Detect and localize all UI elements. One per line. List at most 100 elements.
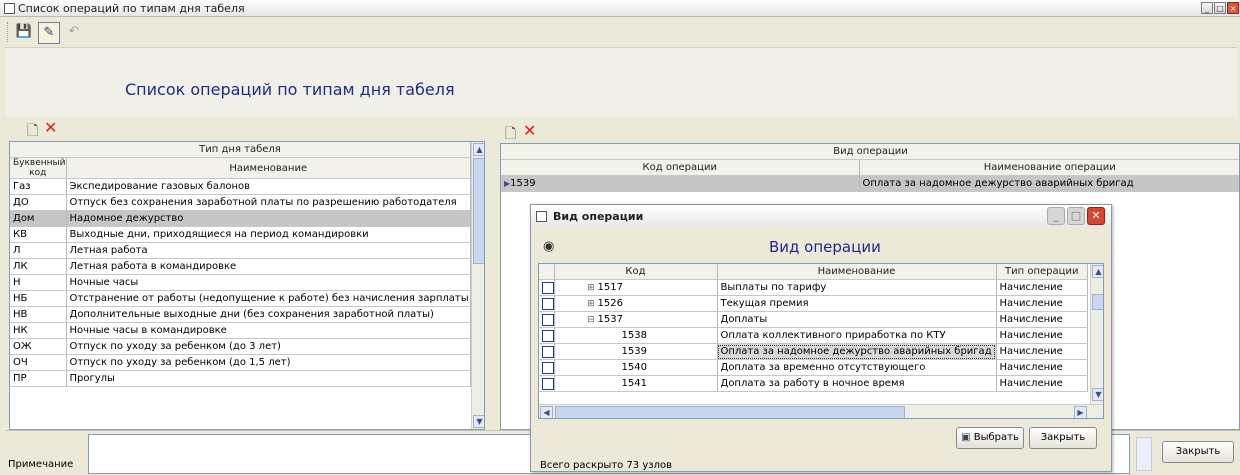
table-row[interactable]: ОЧ Отпуск по уходу за ребенком (до 1,5 ле… bbox=[10, 354, 471, 371]
operation-tree-grid: Код Наименование Тип операции ⊞ 1517 Выпл… bbox=[538, 263, 1104, 419]
row-checkbox[interactable] bbox=[542, 297, 553, 310]
row-code: Н bbox=[10, 274, 67, 291]
tree-name: Доплаты bbox=[717, 311, 997, 328]
row-code: ПР bbox=[10, 370, 67, 387]
row-checkbox[interactable] bbox=[542, 313, 553, 326]
table-row[interactable]: ПР Прогулы bbox=[10, 370, 471, 387]
row-name: Ночные часы bbox=[66, 274, 471, 291]
dialog-close-text-button[interactable]: Закрыть bbox=[1029, 427, 1097, 449]
dialog-minimize-button[interactable]: _ bbox=[1047, 207, 1065, 225]
col-header-name[interactable]: Наименование bbox=[66, 157, 471, 179]
table-row[interactable]: КВ Выходные дни, приходящиеся на период к… bbox=[10, 226, 471, 243]
delete-operation-icon[interactable]: ✕ bbox=[523, 121, 536, 140]
select-label: Выбрать bbox=[973, 432, 1019, 443]
row-code: ОЧ bbox=[10, 354, 67, 371]
table-row[interactable]: НБ Отстранение от работы (недопущение к р… bbox=[10, 290, 471, 307]
tree-code: 1526 bbox=[597, 298, 623, 309]
table-row[interactable]: Дом Надомное дежурство bbox=[10, 210, 471, 227]
row-name: Прогулы bbox=[66, 370, 471, 387]
tree-scroll-left-icon[interactable]: ◀ bbox=[540, 406, 553, 418]
tree-type: Начисление bbox=[996, 295, 1088, 312]
tree-code: 1537 bbox=[597, 314, 623, 325]
table-row[interactable]: ▶1539 Оплата за надомное дежурство авари… bbox=[501, 175, 1239, 192]
note-scrollbar[interactable] bbox=[1136, 437, 1152, 471]
tree-row[interactable]: 1541 Доплата за работу в ночное время Начи… bbox=[539, 375, 1088, 392]
delete-record-icon[interactable]: ✕ bbox=[44, 118, 57, 137]
tree-expander-icon[interactable]: ⊞ bbox=[558, 283, 598, 293]
row-name: Отстранение от работы (недопущение к раб… bbox=[66, 290, 471, 307]
tree-row[interactable]: 1538 Оплата коллективного приработка по К… bbox=[539, 327, 1088, 344]
row-checkbox[interactable] bbox=[542, 345, 553, 358]
table-row[interactable]: Н Ночные часы bbox=[10, 274, 471, 291]
tree-col-name[interactable]: Наименование bbox=[717, 264, 997, 280]
tree-col-code[interactable]: Код bbox=[554, 264, 718, 280]
tree-name: Доплата за работу в ночное время bbox=[717, 375, 997, 392]
table-row[interactable]: Газ Экспедирование газовых балонов bbox=[10, 178, 471, 195]
row-name: Отпуск без сохранения заработной платы п… bbox=[66, 194, 471, 211]
window-title: Список операций по типам дня табеля bbox=[18, 2, 245, 15]
binoculars-icon[interactable]: ◉ bbox=[543, 239, 554, 254]
tree-expander-icon[interactable] bbox=[558, 331, 622, 341]
save-icon[interactable]: 💾 bbox=[13, 22, 35, 44]
dialog-heading: Вид операции bbox=[769, 238, 881, 256]
edit-icon[interactable]: ✎ bbox=[38, 22, 60, 44]
op-col-code[interactable]: Код операции bbox=[501, 159, 860, 176]
window-titlebar: Список операций по типам дня табеля _ □ … bbox=[0, 0, 1240, 17]
row-code: ЛК bbox=[10, 258, 67, 275]
tree-hscrollbar[interactable]: ◀ ▶ bbox=[539, 404, 1103, 418]
row-name: Выходные дни, приходящиеся на период ком… bbox=[66, 226, 471, 243]
scroll-down-icon[interactable]: ▼ bbox=[473, 415, 484, 428]
row-checkbox[interactable] bbox=[542, 281, 553, 294]
row-code: НБ bbox=[10, 290, 67, 307]
table-row[interactable]: ДО Отпуск без сохранения заработной платы… bbox=[10, 194, 471, 211]
row-checkbox[interactable] bbox=[542, 329, 553, 342]
type-day-grid: Тип дня табеля Буквенный код Наименовани… bbox=[9, 141, 485, 430]
left-scrollbar[interactable]: ▲ ▼ bbox=[471, 142, 484, 429]
tree-row[interactable]: 1540 Доплата за временно отсутствующего На… bbox=[539, 359, 1088, 376]
tree-row[interactable]: ⊞ 1517 Выплаты по тарифу Начисление bbox=[539, 279, 1088, 296]
table-row[interactable]: НВ Дополнительные выходные дни (без сохра… bbox=[10, 306, 471, 323]
tree-scroll-right-icon[interactable]: ▶ bbox=[1074, 406, 1087, 418]
scroll-up-icon[interactable]: ▲ bbox=[473, 143, 484, 156]
scroll-thumb[interactable] bbox=[473, 158, 484, 264]
tree-expander-icon[interactable]: ⊞ bbox=[558, 299, 598, 309]
tree-expander-icon[interactable] bbox=[558, 363, 622, 373]
minimize-button[interactable]: _ bbox=[1201, 2, 1213, 14]
note-label: Примечание bbox=[8, 459, 74, 470]
table-row[interactable]: ЛК Летная работа в командировке bbox=[10, 258, 471, 275]
table-row[interactable]: ОЖ Отпуск по уходу за ребенком (до 3 лет) bbox=[10, 338, 471, 355]
col-header-code[interactable]: Буквенный код bbox=[10, 157, 67, 179]
tree-row[interactable]: 1539 Оплата за надомное дежурство аварийн… bbox=[539, 343, 1088, 360]
row-checkbox[interactable] bbox=[542, 377, 553, 390]
tree-scroll-thumb[interactable] bbox=[1092, 294, 1103, 310]
table-row[interactable]: Л Летная работа bbox=[10, 242, 471, 259]
tree-vscrollbar[interactable]: ▲ ▼ bbox=[1090, 264, 1103, 404]
row-name: Летная работа в командировке bbox=[66, 258, 471, 275]
page-header: Список операций по типам дня табеля bbox=[5, 47, 1237, 117]
tree-row[interactable]: ⊞ 1526 Текущая премия Начисление bbox=[539, 295, 1088, 312]
op-col-name[interactable]: Наименование операции bbox=[859, 159, 1239, 176]
dialog-maximize-button[interactable]: □ bbox=[1067, 207, 1085, 225]
close-button[interactable]: Закрыть bbox=[1162, 441, 1234, 463]
tree-expander-icon[interactable]: ⊟ bbox=[558, 315, 598, 325]
tree-hscroll-thumb[interactable] bbox=[555, 406, 905, 418]
table-row[interactable]: НК Ночные часы в командировке bbox=[10, 322, 471, 339]
grid-group-header: Тип дня табеля bbox=[10, 142, 471, 158]
tree-name: Оплата коллективного приработка по КТУ bbox=[717, 327, 997, 344]
dialog-close-button[interactable]: ✕ bbox=[1087, 207, 1105, 225]
maximize-button[interactable]: □ bbox=[1214, 2, 1226, 14]
close-window-button[interactable]: × bbox=[1227, 2, 1239, 14]
tree-type: Начисление bbox=[996, 279, 1088, 296]
tree-expander-icon[interactable] bbox=[558, 379, 622, 389]
undo-icon[interactable]: ↶ bbox=[63, 22, 85, 44]
tree-col-type[interactable]: Тип операции bbox=[996, 264, 1088, 280]
tree-expander-icon[interactable] bbox=[558, 347, 622, 357]
tree-name: Выплаты по тарифу bbox=[717, 279, 997, 296]
select-button[interactable]: ▣ Выбрать bbox=[956, 427, 1024, 449]
tree-scroll-up-icon[interactable]: ▲ bbox=[1092, 265, 1103, 278]
op-group-header: Вид операции bbox=[501, 144, 1239, 160]
tree-row[interactable]: ⊟ 1537 Доплаты Начисление bbox=[539, 311, 1088, 328]
row-name: Летная работа bbox=[66, 242, 471, 259]
tree-scroll-down-icon[interactable]: ▼ bbox=[1092, 388, 1103, 401]
row-checkbox[interactable] bbox=[542, 361, 553, 374]
